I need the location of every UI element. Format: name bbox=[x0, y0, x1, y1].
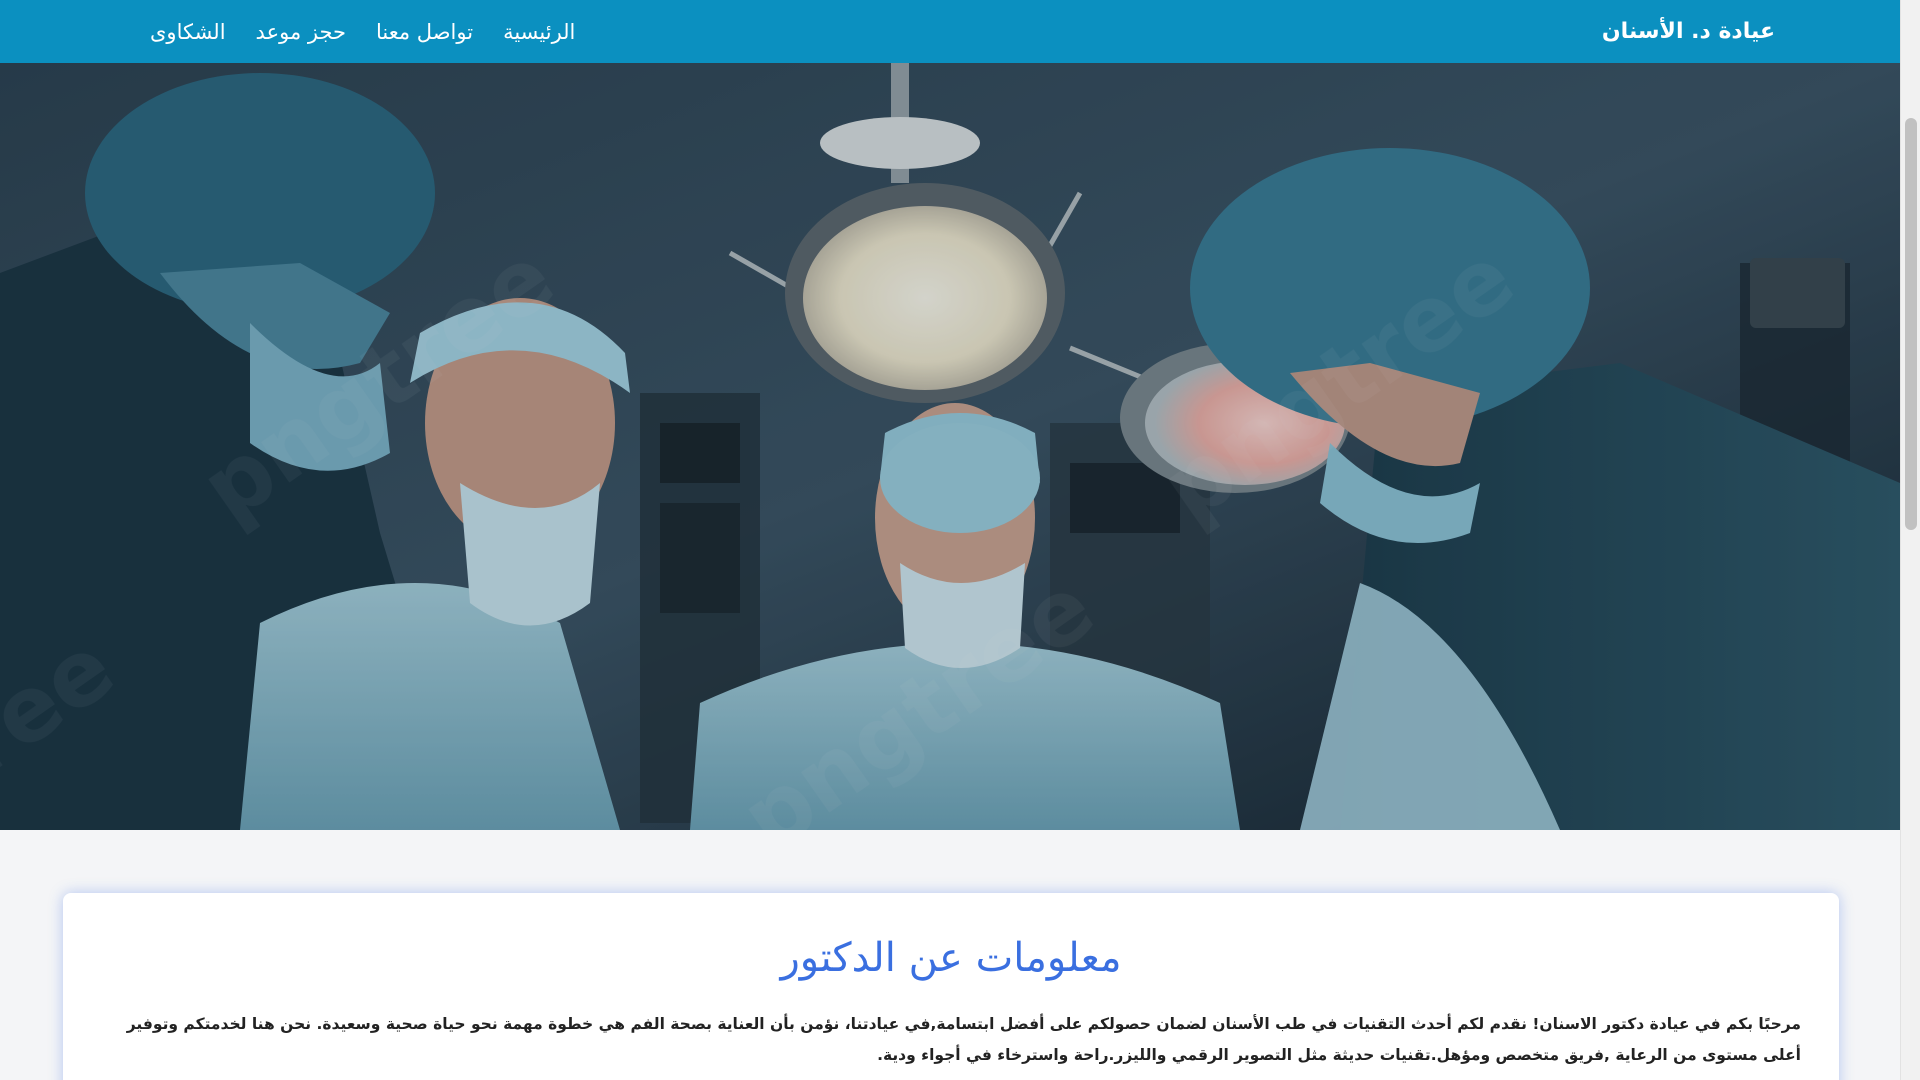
about-doctor-card: معلومات عن الدكتور مرحبًا بكم في عيادة د… bbox=[63, 893, 1839, 1080]
hero-image: pngtree pngtree pngtree pngtree bbox=[0, 63, 1900, 830]
page-scrollbar[interactable] bbox=[1900, 0, 1920, 1080]
nav-link-home[interactable]: الرئيسية bbox=[503, 20, 575, 44]
nav-link-complaints[interactable]: الشكاوى bbox=[150, 20, 226, 44]
brand-logo-link[interactable]: عيادة د. الأسنان bbox=[1602, 19, 1775, 44]
nav-link-contact[interactable]: تواصل معنا bbox=[376, 20, 473, 44]
page: عيادة د. الأسنان الرئيسية تواصل معنا حجز… bbox=[0, 0, 1920, 1080]
about-doctor-text: مرحبًا بكم في عيادة دكتور الاسنان! نقدم … bbox=[126, 1015, 1801, 1064]
nav-link-booking[interactable]: حجز موعد bbox=[256, 20, 346, 44]
hero-illustration: pngtree pngtree pngtree pngtree bbox=[0, 63, 1900, 830]
top-navbar: عيادة د. الأسنان الرئيسية تواصل معنا حجز… bbox=[0, 0, 1900, 63]
nav-links: الرئيسية تواصل معنا حجز موعد الشكاوى bbox=[150, 20, 575, 44]
scrollbar-thumb[interactable] bbox=[1905, 118, 1917, 530]
about-doctor-title: معلومات عن الدكتور bbox=[780, 935, 1122, 981]
